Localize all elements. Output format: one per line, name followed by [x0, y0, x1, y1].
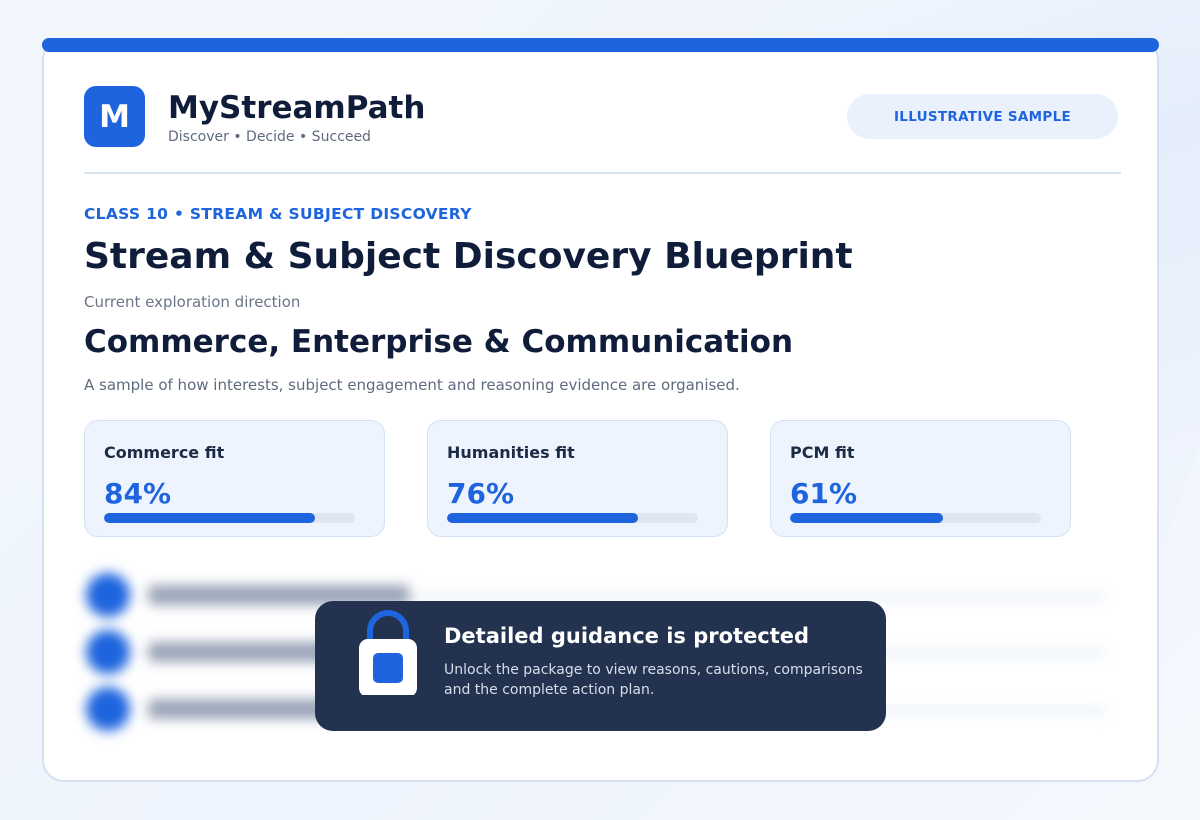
fit-percentage: 76% — [447, 477, 515, 510]
blurred-bullet-icon — [86, 630, 130, 674]
section-eyebrow: CLASS 10 • STREAM & SUBJECT DISCOVERY — [84, 205, 472, 223]
fit-progress-fill — [790, 513, 944, 523]
fit-label: Humanities fit — [447, 443, 575, 462]
direction-label: Current exploration direction — [84, 293, 301, 311]
fit-label: Commerce fit — [104, 443, 225, 462]
locked-subtitle: Unlock the package to view reasons, caut… — [444, 662, 863, 698]
fit-progress-track — [104, 513, 355, 523]
fit-percentage: 61% — [790, 477, 858, 510]
page-title: Stream & Subject Discovery Blueprint — [84, 236, 853, 277]
fit-progress-fill — [447, 513, 638, 523]
fit-label: PCM fit — [790, 443, 855, 462]
brand-logo: M — [84, 86, 145, 147]
header-divider — [84, 172, 1121, 174]
locked-title: Detailed guidance is protected — [444, 624, 810, 648]
blurred-line — [416, 593, 1106, 601]
page-description: A sample of how interests, subject engag… — [84, 376, 740, 394]
fit-progress-track — [790, 513, 1041, 523]
blurred-bullet-icon — [86, 573, 130, 617]
sample-badge: ILLUSTRATIVE SAMPLE — [847, 94, 1118, 139]
fit-card-commerce: Commerce fit 84% — [84, 420, 385, 537]
fit-progress-fill — [104, 513, 315, 523]
fit-card-pcm: PCM fit 61% — [770, 420, 1071, 537]
direction-value: Commerce, Enterprise & Communication — [84, 324, 794, 360]
blurred-bullet-icon — [86, 687, 130, 731]
fit-percentage: 84% — [104, 477, 172, 510]
brand-tagline: Discover • Decide • Succeed — [168, 129, 371, 145]
fit-progress-track — [447, 513, 698, 523]
brand-name: MyStreamPath — [168, 90, 426, 126]
fit-card-humanities: Humanities fit 76% — [427, 420, 728, 537]
lock-icon — [359, 610, 417, 695]
locked-guidance-panel[interactable]: Detailed guidance is protected Unlock th… — [315, 601, 886, 731]
top-accent-bar — [42, 38, 1159, 52]
